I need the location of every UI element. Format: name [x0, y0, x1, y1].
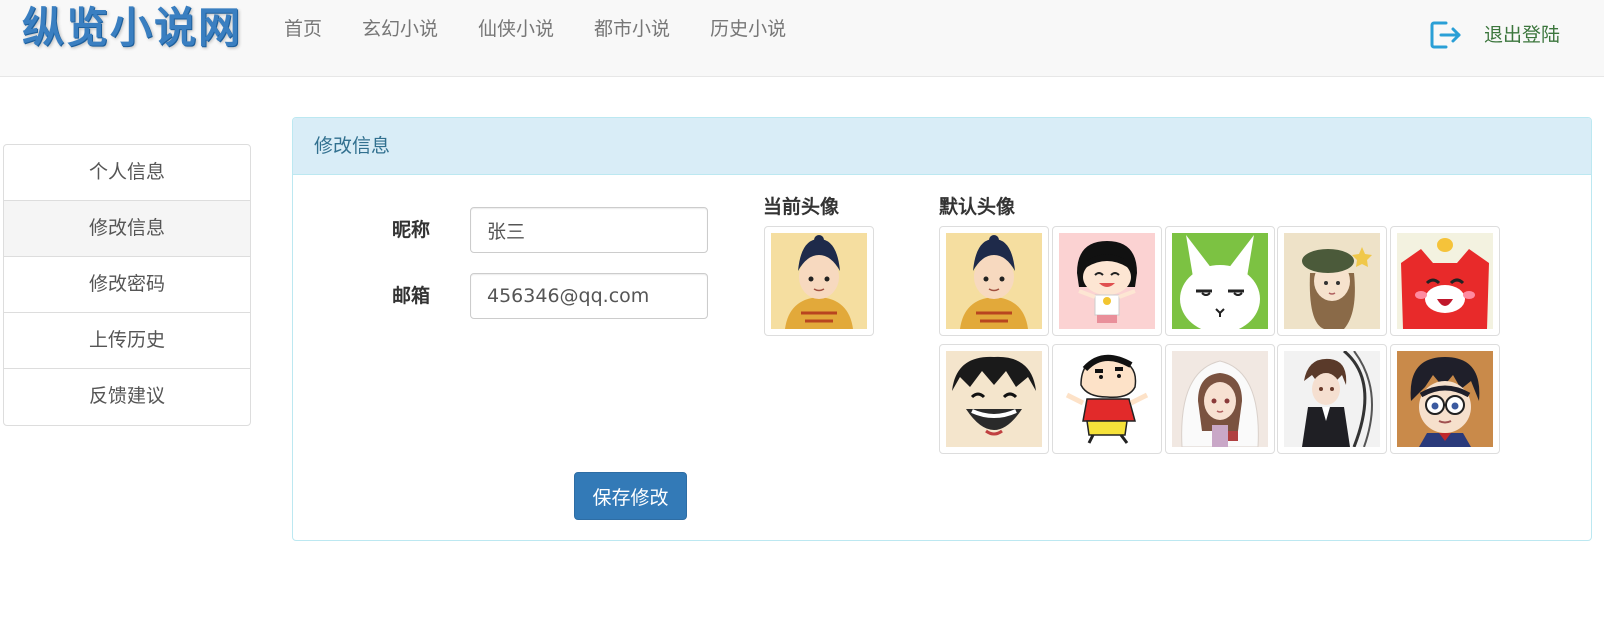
current-avatar-label: 当前头像: [763, 196, 840, 218]
beret-girl-avatar-icon: [1284, 233, 1380, 329]
default-avatar-option[interactable]: [1277, 226, 1387, 336]
nav-urban[interactable]: 都市小说: [574, 14, 690, 44]
default-avatar-option[interactable]: [1165, 226, 1275, 336]
default-avatars-label: 默认头像: [939, 196, 1016, 218]
site-logo[interactable]: 纵览小说网: [22, 2, 242, 54]
default-avatar-option[interactable]: [939, 226, 1049, 336]
dark-haired-boy-avatar-icon: [1284, 351, 1380, 447]
email-input[interactable]: [470, 273, 708, 319]
default-avatar-option[interactable]: [1052, 226, 1162, 336]
sidebar-item-profile[interactable]: 个人信息: [4, 145, 250, 201]
sidebar-item-feedback[interactable]: 反馈建议: [4, 369, 250, 425]
default-avatar-option[interactable]: [1052, 344, 1162, 454]
nav-history[interactable]: 历史小说: [690, 14, 806, 44]
default-avatar-option[interactable]: [1165, 344, 1275, 454]
conan-avatar-icon: [1397, 351, 1493, 447]
sidebar-item-edit-info[interactable]: 修改信息: [4, 201, 250, 257]
emperor-avatar-icon: [771, 233, 867, 329]
top-navbar: 纵览小说网 首页 玄幻小说 仙侠小说 都市小说 历史小说 退出登陆: [0, 0, 1604, 77]
current-avatar: [764, 226, 874, 336]
red-fox-avatar-icon: [1397, 233, 1493, 329]
edit-info-panel: 修改信息 昵称 邮箱 当前头像 默认头像: [292, 117, 1592, 541]
default-avatar-option[interactable]: [1390, 226, 1500, 336]
logout-icon: [1430, 21, 1461, 49]
shinchan-avatar-icon: [1059, 351, 1155, 447]
luffy-avatar-icon: [946, 351, 1042, 447]
logout-label: 退出登陆: [1484, 24, 1561, 46]
sidebar-item-upload-history[interactable]: 上传历史: [4, 313, 250, 369]
nickname-input[interactable]: [470, 207, 708, 253]
hooded-girl-avatar-icon: [1172, 351, 1268, 447]
chibi-maruko-avatar-icon: [1059, 233, 1155, 329]
save-button[interactable]: 保存修改: [574, 472, 687, 520]
emperor-avatar-icon: [946, 233, 1042, 329]
nav-home[interactable]: 首页: [264, 14, 342, 44]
sidebar-menu: 个人信息 修改信息 修改密码 上传历史 反馈建议: [3, 144, 251, 426]
nav-fantasy[interactable]: 玄幻小说: [342, 14, 458, 44]
panel-title: 修改信息: [293, 118, 1591, 175]
logout-button[interactable]: 退出登陆: [1430, 20, 1560, 50]
default-avatar-option[interactable]: [1277, 344, 1387, 454]
email-label: 邮箱: [392, 285, 431, 307]
rabbit-avatar-icon: [1172, 233, 1268, 329]
sidebar-item-change-password[interactable]: 修改密码: [4, 257, 250, 313]
nickname-label: 昵称: [392, 219, 431, 241]
nav-xianxia[interactable]: 仙侠小说: [458, 14, 574, 44]
default-avatar-option[interactable]: [1390, 344, 1500, 454]
main-nav: 首页 玄幻小说 仙侠小说 都市小说 历史小说: [264, 14, 806, 44]
default-avatar-option[interactable]: [939, 344, 1049, 454]
